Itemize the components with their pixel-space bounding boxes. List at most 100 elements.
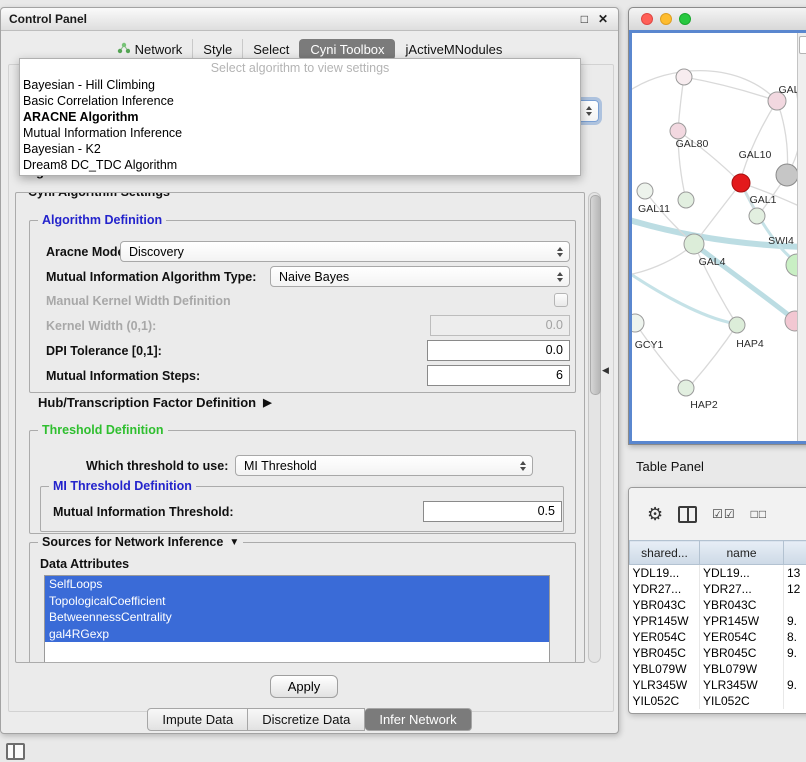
table-row[interactable]: YDL19...YDL19...13 xyxy=(630,565,806,582)
tab-cyni-toolbox[interactable]: Cyni Toolbox xyxy=(299,39,394,60)
dpi-tolerance-field[interactable]: 0.0 xyxy=(427,340,570,361)
minimize-traffic-light-icon[interactable] xyxy=(660,13,672,25)
network-node[interactable] xyxy=(678,192,694,208)
table-cell: 9. xyxy=(784,677,806,693)
dropdown-placeholder: Select algorithm to view settings xyxy=(20,59,580,77)
manual-kernel-label: Manual Kernel Width Definition xyxy=(46,294,231,308)
network-node[interactable] xyxy=(776,164,798,186)
restore-panel-icon[interactable] xyxy=(6,743,25,760)
network-edge[interactable] xyxy=(632,271,732,323)
which-threshold-combo[interactable]: MI Threshold xyxy=(235,455,533,476)
table-cell: YLR345W xyxy=(700,677,784,693)
network-node[interactable] xyxy=(676,69,692,85)
table-cell: 9. xyxy=(784,645,806,661)
dropdown-item[interactable]: Basic Correlation Inference xyxy=(20,93,580,109)
table-cell: YBL079W xyxy=(700,661,784,677)
table-cell: YDL19... xyxy=(700,565,784,582)
deselect-all-checkboxes-icon[interactable]: □□ xyxy=(751,507,768,521)
table-cell: YPR145W xyxy=(700,613,784,629)
attribute-item[interactable]: SelfLoops xyxy=(45,576,549,593)
table-column-header[interactable]: name xyxy=(700,541,784,565)
network-node[interactable] xyxy=(678,380,694,396)
table-column-header[interactable] xyxy=(784,541,806,565)
data-attributes-label: Data Attributes xyxy=(40,557,129,571)
tab-style[interactable]: Style xyxy=(192,39,242,60)
gear-icon[interactable]: ⚙ xyxy=(647,505,663,523)
network-node[interactable] xyxy=(749,208,765,224)
network-node[interactable] xyxy=(670,123,686,139)
network-node[interactable] xyxy=(729,317,745,333)
table-row[interactable]: YBR043CYBR043C xyxy=(630,597,806,613)
tab-jactivemodules[interactable]: jActiveMNodules xyxy=(395,39,513,60)
collapse-left-icon[interactable]: ◀ xyxy=(602,365,609,376)
control-panel-titlebar[interactable]: Control Panel □ ✕ xyxy=(1,8,618,31)
apply-button[interactable]: Apply xyxy=(270,675,338,698)
network-edge[interactable] xyxy=(694,183,741,244)
network-tab-icon xyxy=(117,42,130,57)
close-icon[interactable]: ✕ xyxy=(598,12,608,26)
network-edge[interactable] xyxy=(742,101,777,175)
tab-network[interactable]: Network xyxy=(107,39,193,60)
network-node[interactable] xyxy=(637,183,653,199)
close-traffic-light-icon[interactable] xyxy=(641,13,653,25)
network-node[interactable] xyxy=(632,314,644,332)
table-row[interactable]: YBL079WYBL079W xyxy=(630,661,806,677)
table-row[interactable]: YIL052CYIL052C xyxy=(630,693,806,709)
network-scrollbar[interactable] xyxy=(797,33,806,441)
network-canvas[interactable]: GALGAL80GAL10GAL11GAL1SWI4GAL4GCY1HAP4YH… xyxy=(632,33,800,443)
network-edge[interactable] xyxy=(635,323,686,388)
dropdown-item[interactable]: ARACNE Algorithm xyxy=(20,109,580,125)
table-row[interactable]: YBR045CYBR045C9. xyxy=(630,645,806,661)
tab-select[interactable]: Select xyxy=(242,39,299,60)
mi-steps-label: Mutual Information Steps: xyxy=(46,369,200,383)
dropdown-item[interactable]: Bayesian - Hill Climbing xyxy=(20,77,580,93)
network-edge[interactable] xyxy=(632,71,777,101)
hub-definition-expander[interactable]: Hub/Transcription Factor Definition ▶ xyxy=(38,395,272,410)
mi-type-combo[interactable]: Naive Bayes xyxy=(270,266,570,287)
network-view[interactable]: GALGAL80GAL10GAL11GAL1SWI4GAL4GCY1HAP4YH… xyxy=(629,30,806,444)
tab-infer-network[interactable]: Infer Network xyxy=(365,708,471,731)
dropdown-item[interactable]: Bayesian - K2 xyxy=(20,141,580,157)
table-row[interactable]: YDR27...YDR27...12 xyxy=(630,581,806,597)
combo-value: Discovery xyxy=(129,245,184,259)
mi-threshold-field[interactable]: 0.5 xyxy=(423,501,562,522)
column-browser-icon[interactable] xyxy=(678,506,697,523)
network-node[interactable] xyxy=(732,174,750,192)
network-node[interactable] xyxy=(684,234,704,254)
sources-group: Sources for Network Inference ▼ Data Att… xyxy=(29,542,576,663)
mi-steps-field[interactable]: 6 xyxy=(427,365,570,386)
float-window-icon[interactable]: □ xyxy=(581,12,588,26)
sources-title[interactable]: Sources for Network Inference ▼ xyxy=(38,535,243,549)
sources-title-label: Sources for Network Inference xyxy=(42,535,223,549)
table-row[interactable]: YPR145WYPR145W9. xyxy=(630,613,806,629)
table-cell: YBR043C xyxy=(630,597,700,613)
dropdown-item[interactable]: Mutual Information Inference xyxy=(20,125,580,141)
select-all-checkboxes-icon[interactable]: ☑☑ xyxy=(712,507,736,521)
attribute-item[interactable]: TopologicalCoefficient xyxy=(45,593,549,610)
mi-threshold-title: MI Threshold Definition xyxy=(49,479,196,493)
hub-definition-label: Hub/Transcription Factor Definition xyxy=(38,395,256,410)
network-node-label: GAL1 xyxy=(750,194,777,206)
network-window: GALGAL80GAL10GAL11GAL1SWI4GAL4GCY1HAP4YH… xyxy=(628,7,806,445)
data-attributes-list[interactable]: SelfLoops TopologicalCoefficient Between… xyxy=(44,575,550,663)
attribute-item[interactable]: BetweennessCentrality xyxy=(45,609,549,626)
attribute-item[interactable]: gal4RGexp xyxy=(45,626,549,643)
settings-scrollbar[interactable] xyxy=(588,192,601,663)
combo-value: MI Threshold xyxy=(244,459,317,473)
table-row[interactable]: YLR345WYLR345W9. xyxy=(630,677,806,693)
manual-kernel-checkbox[interactable] xyxy=(554,293,568,307)
table-cell: YDL19... xyxy=(630,565,700,582)
network-scrollbar-button[interactable] xyxy=(799,36,806,54)
network-titlebar[interactable] xyxy=(629,8,806,31)
table-row[interactable]: YER054CYER054C8. xyxy=(630,629,806,645)
tab-label: jActiveMNodules xyxy=(406,42,503,57)
network-node-label: GAL80 xyxy=(676,138,709,150)
dropdown-item[interactable]: Dream8 DC_TDC Algorithm xyxy=(20,157,580,173)
tab-impute-data[interactable]: Impute Data xyxy=(147,708,248,731)
scrollbar-thumb[interactable] xyxy=(590,195,601,395)
network-edge[interactable] xyxy=(688,325,737,388)
zoom-traffic-light-icon[interactable] xyxy=(679,13,691,25)
aracne-mode-combo[interactable]: Discovery xyxy=(120,241,570,262)
tab-discretize-data[interactable]: Discretize Data xyxy=(248,708,365,731)
table-column-header[interactable]: shared... xyxy=(630,541,700,565)
